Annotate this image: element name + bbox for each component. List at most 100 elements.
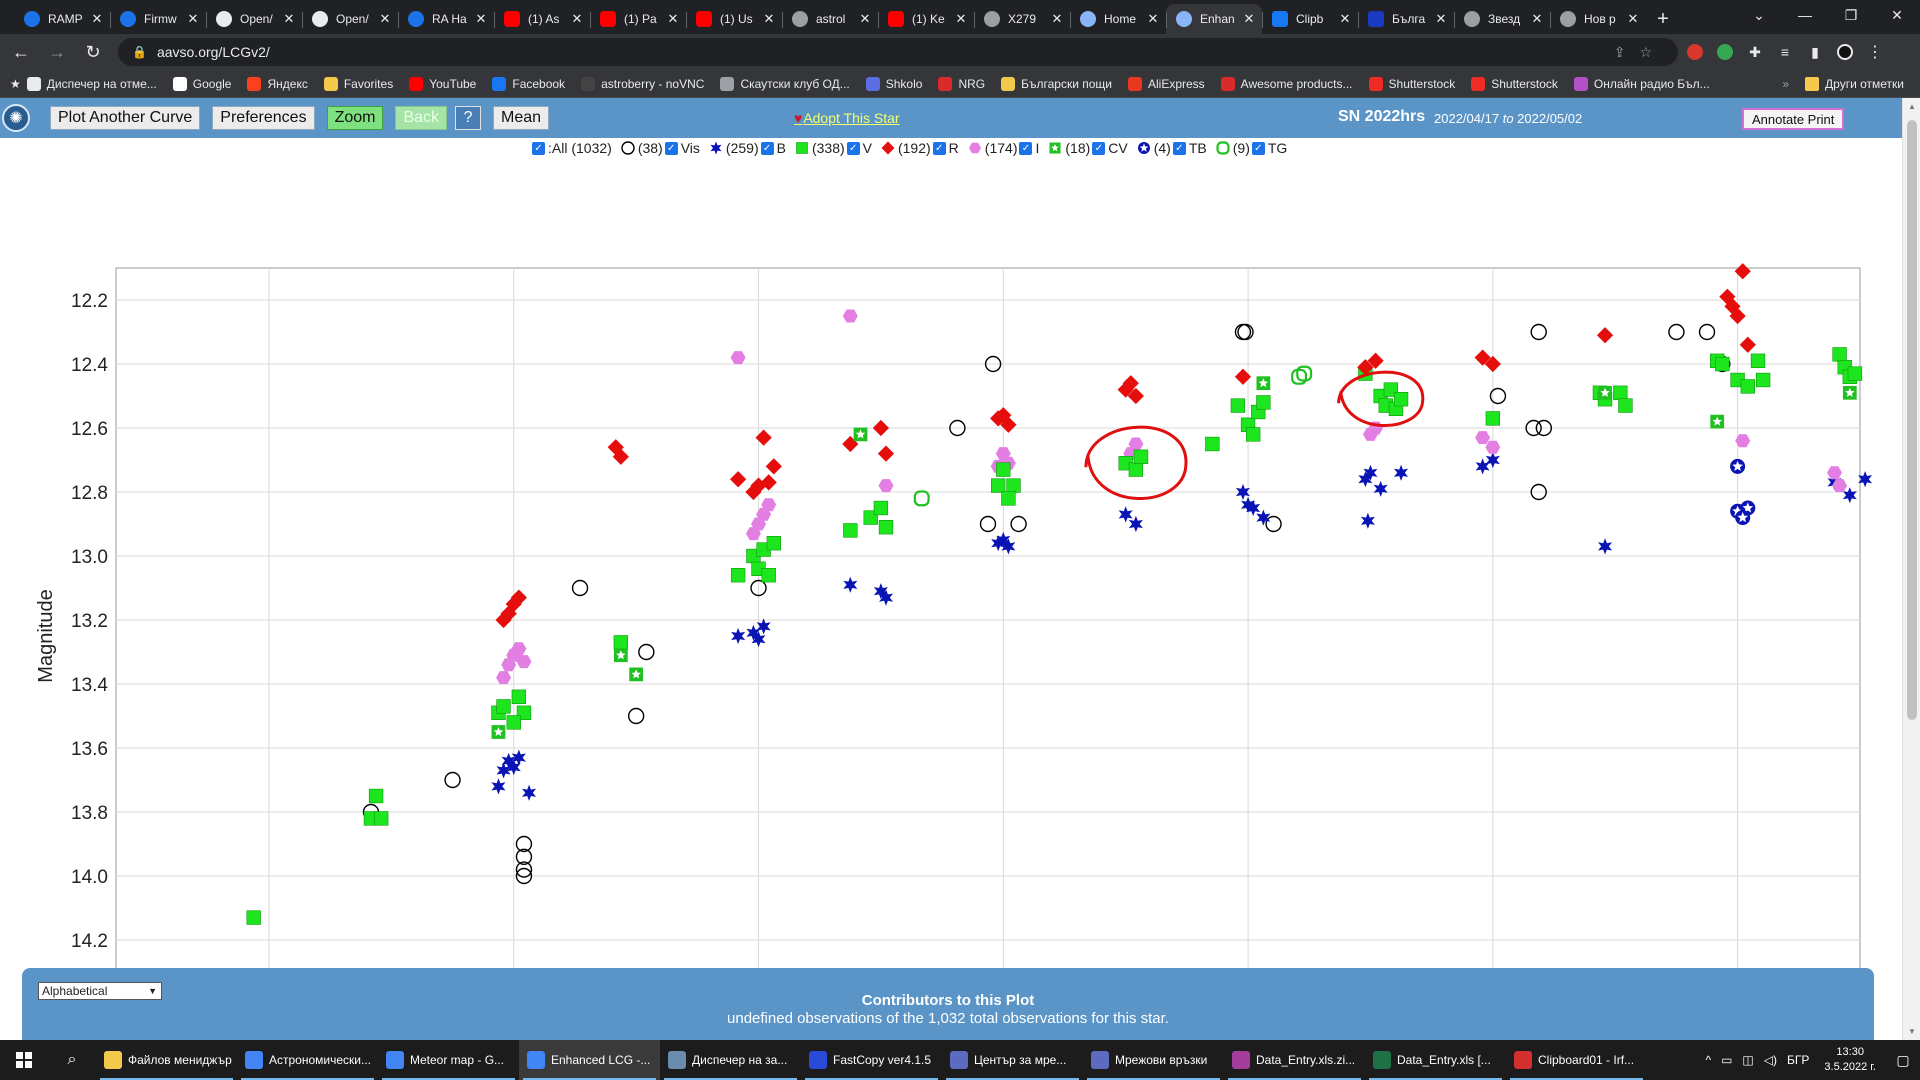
data-point-v[interactable]: [1618, 398, 1633, 413]
mean-button[interactable]: Mean: [493, 106, 550, 130]
data-point-v[interactable]: [1133, 449, 1149, 464]
legend-item-vis[interactable]: (38) ✓ Vis: [620, 140, 700, 156]
taskbar-app[interactable]: Астрономически...: [237, 1040, 378, 1080]
data-point-v[interactable]: [613, 635, 629, 650]
data-point-v[interactable]: [1205, 436, 1220, 452]
data-point-cv[interactable]: [613, 648, 628, 663]
bookmark-item[interactable]: YouTube: [409, 76, 476, 91]
browser-tab[interactable]: Нов р ✕: [1550, 4, 1646, 34]
data-point-v[interactable]: [730, 568, 746, 583]
checkbox-checked-icon[interactable]: ✓: [932, 141, 946, 155]
data-point-v[interactable]: [368, 788, 384, 804]
data-point-v[interactable]: [1128, 462, 1144, 477]
browser-menu-icon[interactable]: ⋮: [1862, 39, 1888, 65]
legend-item-i[interactable]: (174) ✓ I: [967, 140, 1039, 156]
data-point-v[interactable]: [1847, 366, 1863, 381]
data-point-v[interactable]: [1256, 395, 1271, 410]
bookmark-item[interactable]: astroberry - noVNC: [581, 76, 704, 91]
browser-tab[interactable]: Clipb ✕: [1262, 4, 1358, 34]
data-point-v[interactable]: [1832, 347, 1847, 362]
data-point-v[interactable]: [878, 520, 894, 535]
data-point-v[interactable]: [1755, 372, 1771, 388]
tab-close-icon[interactable]: ✕: [1338, 11, 1352, 27]
tab-close-icon[interactable]: ✕: [1242, 11, 1256, 27]
legend-item-r[interactable]: (192) ✓ R: [880, 140, 959, 156]
data-point-cv[interactable]: [629, 667, 644, 682]
browser-tab[interactable]: (1) Ke ✕: [878, 4, 974, 34]
scroll-up-icon[interactable]: ▲: [1908, 102, 1916, 111]
data-point-v[interactable]: [1230, 398, 1246, 413]
checkbox-checked-icon[interactable]: ✓: [846, 141, 860, 155]
browser-tab[interactable]: (1) Pa ✕: [590, 4, 686, 34]
side-panel-icon[interactable]: ▮: [1802, 39, 1828, 65]
data-point-v[interactable]: [761, 568, 776, 583]
restore-icon[interactable]: ❐: [1828, 0, 1874, 30]
help-button[interactable]: ?: [455, 106, 482, 130]
data-point-v[interactable]: [1750, 353, 1766, 368]
tab-close-icon[interactable]: ✕: [378, 11, 392, 27]
bookmark-item[interactable]: Facebook: [492, 76, 565, 91]
tab-close-icon[interactable]: ✕: [954, 11, 968, 27]
taskbar-app[interactable]: Файлов мениджър: [96, 1040, 237, 1080]
bookmark-item[interactable]: Awesome products...: [1220, 76, 1353, 91]
taskbar-app[interactable]: Мрежови връзки: [1083, 1040, 1224, 1080]
browser-tab[interactable]: Open/ ✕: [206, 4, 302, 34]
tab-close-icon[interactable]: ✕: [1626, 11, 1640, 27]
share-and-star-icons[interactable]: ⇪☆: [1614, 44, 1666, 61]
legend-item-b[interactable]: (259) ✓ B: [708, 140, 786, 156]
tab-close-icon[interactable]: ✕: [762, 11, 776, 27]
data-point-v[interactable]: [1740, 379, 1755, 394]
legend-item-tg[interactable]: (9) ✓ TG: [1215, 140, 1287, 156]
plot-another-curve-button[interactable]: Plot Another Curve: [50, 106, 201, 130]
data-point-v[interactable]: [766, 536, 781, 551]
input-language[interactable]: БГР: [1787, 1053, 1809, 1067]
data-point-cv[interactable]: [1256, 376, 1271, 391]
tab-close-icon[interactable]: ✕: [1050, 11, 1064, 27]
windows-start-icon[interactable]: [0, 1040, 48, 1080]
new-tab-button[interactable]: +: [1646, 4, 1680, 34]
tab-close-icon[interactable]: ✕: [474, 11, 488, 27]
data-point-cv[interactable]: [853, 427, 868, 442]
data-point-v[interactable]: [1715, 356, 1730, 372]
data-point-v[interactable]: [1613, 385, 1628, 400]
forward-arrow-icon[interactable]: →: [42, 37, 72, 67]
browser-tab[interactable]: RA Ha ✕: [398, 4, 494, 34]
bookmark-item[interactable]: Google: [172, 76, 231, 91]
legend-item-tb[interactable]: (4) ✓ TB: [1136, 140, 1207, 156]
tab-close-icon[interactable]: ✕: [858, 11, 872, 27]
browser-tab[interactable]: (1) Us ✕: [686, 4, 782, 34]
data-point-v[interactable]: [511, 689, 527, 704]
data-point-cv[interactable]: [491, 725, 506, 739]
browser-tab[interactable]: Firmw ✕: [110, 4, 206, 34]
tab-close-icon[interactable]: ✕: [282, 11, 296, 27]
checkbox-checked-icon[interactable]: ✓: [664, 141, 678, 155]
search-icon[interactable]: ⌕: [48, 1040, 96, 1080]
bookmark-item[interactable]: Диспечер на отме...: [26, 76, 157, 91]
tab-search-icon[interactable]: ⌄: [1736, 0, 1782, 30]
tab-close-icon[interactable]: ✕: [570, 11, 584, 27]
bookmark-item[interactable]: Shutterstock: [1471, 76, 1558, 91]
preferences-button[interactable]: Preferences: [212, 106, 315, 130]
legend-item-cv[interactable]: (18) ✓ CV: [1047, 140, 1128, 156]
page-scrollbar[interactable]: ▲ ▼: [1902, 98, 1920, 1040]
data-point-tb[interactable]: [1730, 458, 1746, 474]
checkbox-checked-icon[interactable]: ✓: [532, 141, 545, 155]
checkbox-checked-icon[interactable]: ✓: [1092, 141, 1106, 155]
taskbar-app[interactable]: Диспечер на за...: [660, 1040, 801, 1080]
taskbar-app[interactable]: Clipboard01 - Irf...: [1506, 1040, 1647, 1080]
data-point-cv[interactable]: [1710, 414, 1725, 429]
checkbox-checked-icon[interactable]: ✓: [1019, 141, 1033, 155]
address-bar[interactable]: 🔒 aavso.org/LCGv2/ ⇪☆: [118, 38, 1678, 66]
browser-tab[interactable]: Бълга ✕: [1358, 4, 1454, 34]
bookmark-item[interactable]: AliExpress: [1127, 76, 1205, 91]
scroll-down-icon[interactable]: ▼: [1908, 1027, 1916, 1036]
taskbar-app[interactable]: Meteor map - G...: [378, 1040, 519, 1080]
adopt-star-link[interactable]: ♥Adopt This Star: [794, 110, 900, 126]
bookmark-item[interactable]: Български пощи: [1001, 76, 1112, 91]
taskbar-app[interactable]: Data_Entry.xls.zi...: [1224, 1040, 1365, 1080]
puzzle-extensions-icon[interactable]: ✚: [1742, 39, 1768, 65]
data-point-v[interactable]: [1001, 491, 1016, 506]
data-point-v[interactable]: [1006, 478, 1021, 493]
data-point-v[interactable]: [1393, 392, 1409, 407]
adblock-extension-icon[interactable]: [1682, 39, 1708, 65]
